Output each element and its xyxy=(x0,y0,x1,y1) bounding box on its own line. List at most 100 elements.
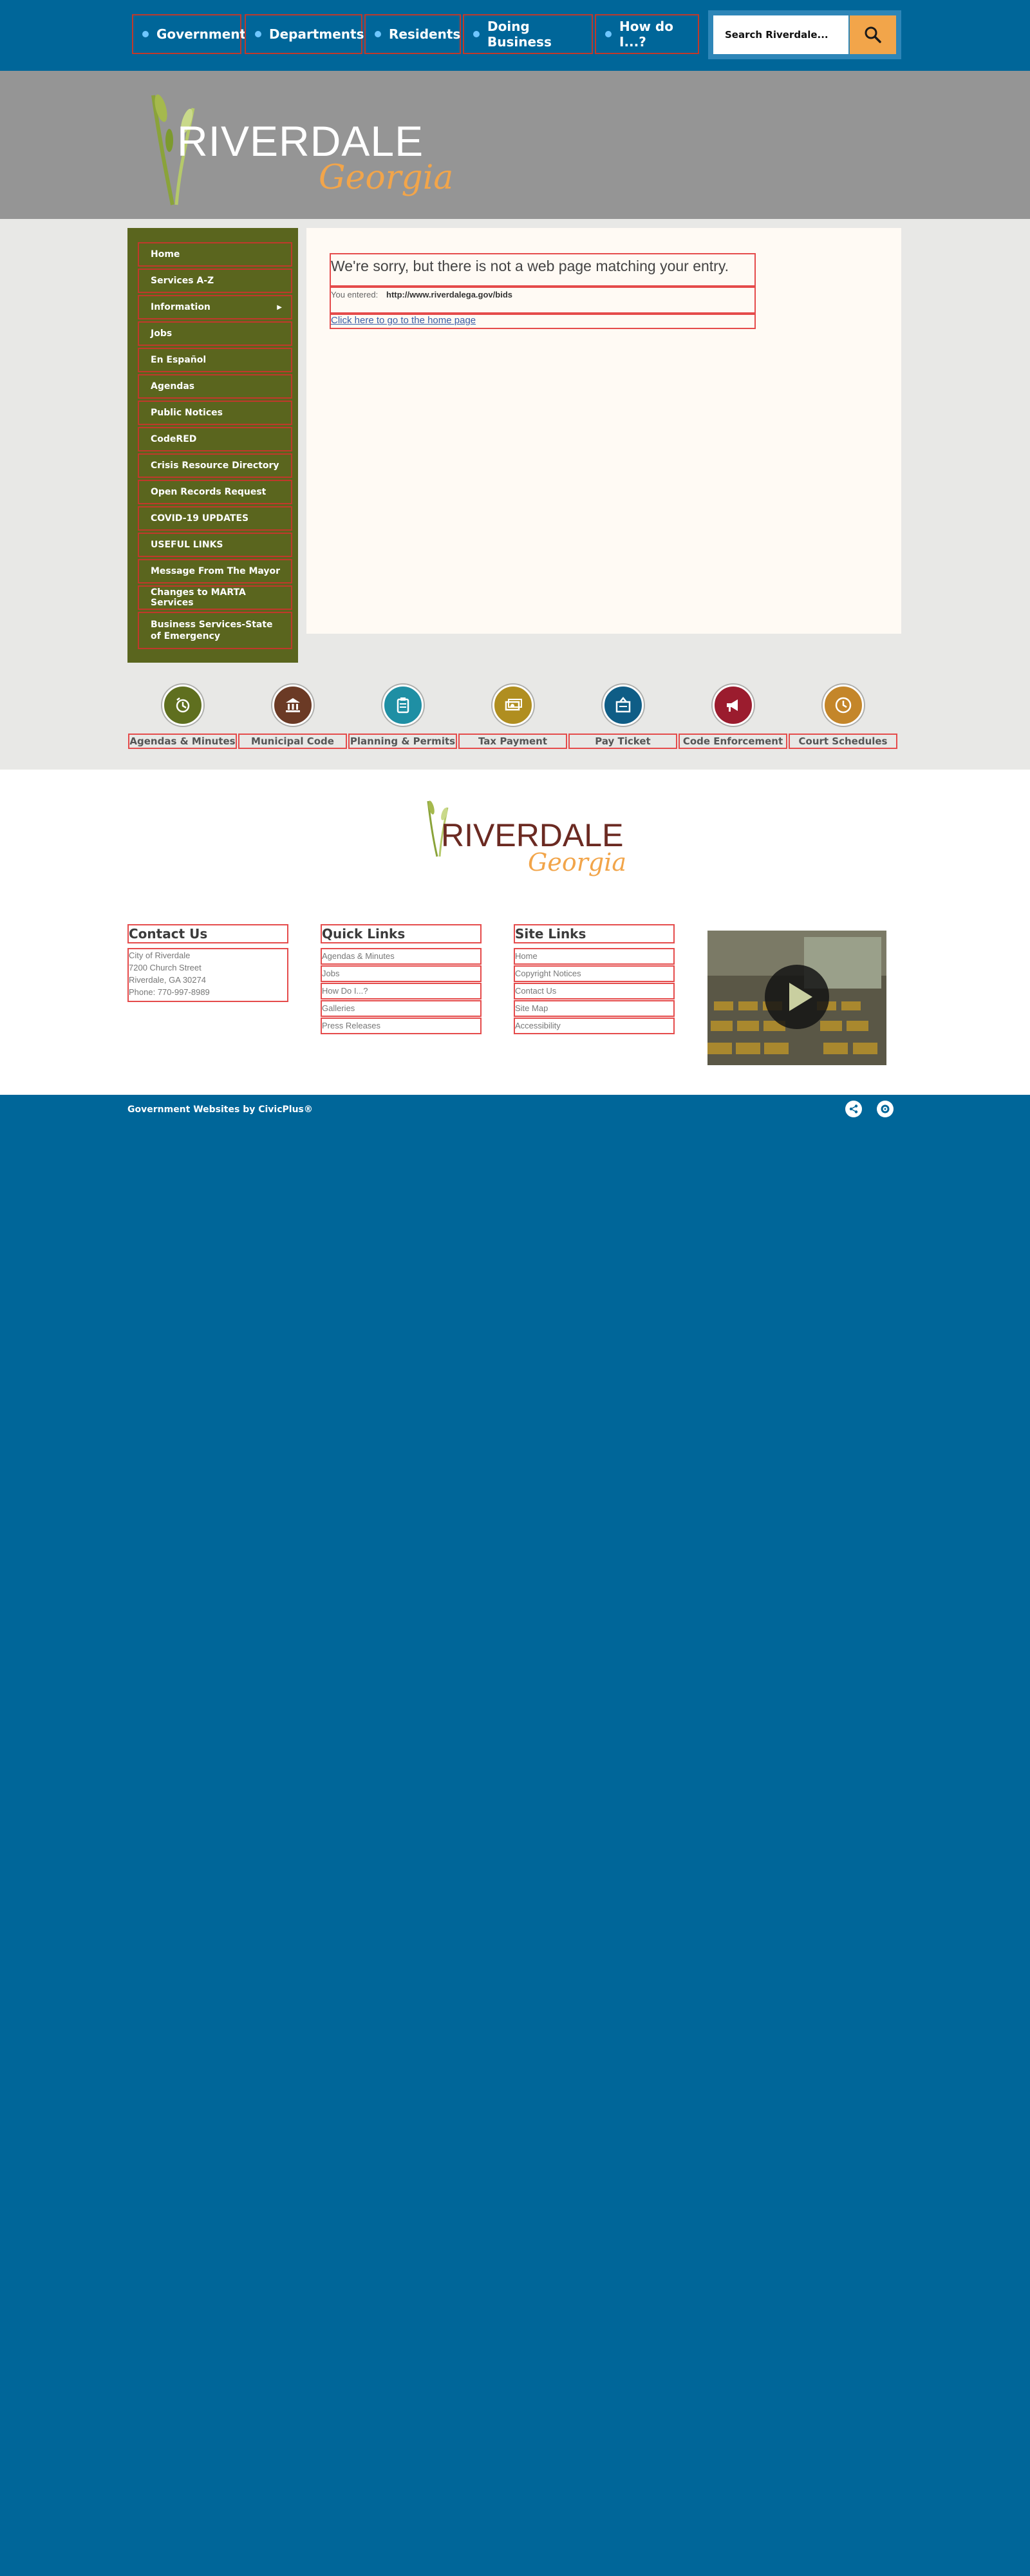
logo-wordmark: RIVERDALE xyxy=(177,117,424,165)
share-icon xyxy=(849,1104,858,1113)
contact-line: City of Riverdale xyxy=(129,951,191,960)
site-logo[interactable]: RIVERDALE Georgia xyxy=(142,77,453,213)
sidebar-item-covid[interactable]: COVID-19 UPDATES xyxy=(138,506,292,531)
municipal-code-circle[interactable] xyxy=(272,685,314,726)
footer-quick-link[interactable]: Galleries xyxy=(321,1000,482,1017)
agendas-icon xyxy=(176,697,190,713)
footer-quick-link[interactable]: Press Releases xyxy=(321,1018,482,1034)
contact-phone: Phone: 770-997-8989 xyxy=(129,987,210,997)
footer-site-link[interactable]: Accessibility xyxy=(514,1018,675,1034)
sidebar-item-label: Information xyxy=(151,302,211,312)
sidebar-item-label: Open Records Request xyxy=(151,487,267,497)
settings-button[interactable] xyxy=(877,1101,894,1117)
quick-link-agendas-minutes[interactable]: Agendas & Minutes xyxy=(128,734,237,749)
submenu-arrow-icon: ▶ xyxy=(277,303,282,311)
sidebar-item-home[interactable]: Home xyxy=(138,242,292,267)
sidebar-item-information[interactable]: Information ▶ xyxy=(138,295,292,319)
search-icon xyxy=(865,26,881,43)
search-field-wrap xyxy=(713,15,848,54)
sidebar-item-business-emergency[interactable]: Business Services-State of Emergency xyxy=(138,612,292,649)
quick-link-municipal-code[interactable]: Municipal Code xyxy=(238,734,347,749)
sidebar-item-label: COVID-19 UPDATES xyxy=(151,513,249,524)
tax-payment-circle[interactable] xyxy=(492,685,534,726)
contact-line: Riverdale, GA 30274 xyxy=(129,975,206,985)
nav-label: Departments xyxy=(269,26,364,42)
share-button[interactable] xyxy=(845,1101,862,1117)
sidebar-item-public-notices[interactable]: Public Notices xyxy=(138,401,292,425)
gear-icon xyxy=(881,1104,890,1113)
play-button[interactable] xyxy=(765,965,829,1029)
search-input[interactable] xyxy=(713,15,847,54)
nav-bullet-icon xyxy=(473,31,480,37)
sidebar-item-label: USEFUL LINKS xyxy=(151,540,223,550)
sidebar-item-jobs[interactable]: Jobs xyxy=(138,321,292,346)
sidebar-item-label: Changes to MARTA Services xyxy=(151,587,246,608)
video-thumbnail[interactable] xyxy=(707,931,886,1065)
search-button[interactable] xyxy=(850,15,896,54)
nav-bullet-icon xyxy=(142,31,149,37)
code-enforcement-circle[interactable] xyxy=(713,685,754,726)
quick-link-code-enforcement[interactable]: Code Enforcement xyxy=(679,734,787,749)
clock-icon xyxy=(835,697,852,714)
footer-logo[interactable]: RIVERDALE Georgia xyxy=(422,792,626,876)
logo-subtitle: Georgia xyxy=(319,158,454,197)
ticket-icon xyxy=(615,697,631,713)
sidebar-item-mayor-message[interactable]: Message From The Mayor xyxy=(138,559,292,583)
error-heading: We're sorry, but there is not a web page… xyxy=(330,253,756,287)
home-page-link[interactable]: Click here to go to the home page xyxy=(330,314,756,329)
footer-quick-link[interactable]: How Do I...? xyxy=(321,983,482,999)
nav-bullet-icon xyxy=(255,31,261,37)
sidebar-item-codered[interactable]: CodeRED xyxy=(138,427,292,451)
sidebar-item-label: Business Services-State of Emergency xyxy=(151,620,273,641)
megaphone-icon xyxy=(727,699,738,712)
nav-residents[interactable]: Residents xyxy=(364,14,461,54)
sidebar-item-label: Public Notices xyxy=(151,408,223,418)
sidebar-item-marta[interactable]: Changes to MARTA Services xyxy=(138,585,292,610)
quick-link-tax-payment[interactable]: Tax Payment xyxy=(458,734,567,749)
nav-bullet-icon xyxy=(375,31,381,37)
sidebar-item-useful-links[interactable]: USEFUL LINKS xyxy=(138,533,292,557)
quick-link-court-schedules[interactable]: Court Schedules xyxy=(789,734,897,749)
entered-label: You entered: xyxy=(331,290,379,299)
sidebar-item-crisis-directory[interactable]: Crisis Resource Directory xyxy=(138,453,292,478)
nav-departments[interactable]: Departments xyxy=(245,14,364,54)
error-heading-text: We're sorry, but there is not a web page… xyxy=(331,258,729,274)
nav-label: How do I...? xyxy=(619,19,673,50)
pay-ticket-circle[interactable] xyxy=(603,685,644,726)
quick-links-heading: Quick Links xyxy=(321,924,482,943)
sidebar-item-label: Jobs xyxy=(151,328,173,339)
nav-how-do-i[interactable]: How do I...? xyxy=(595,14,699,54)
contact-info: City of Riverdale 7200 Church Street Riv… xyxy=(127,948,288,1002)
sidebar-item-en-espanol[interactable]: En Español xyxy=(138,348,292,372)
nav-doing-business[interactable]: Doing Business xyxy=(463,14,593,54)
sidebar-item-services[interactable]: Services A-Z xyxy=(138,269,292,293)
footer-quick-link[interactable]: Jobs xyxy=(321,965,482,982)
courthouse-icon xyxy=(286,698,300,712)
footer-site-link[interactable]: Copyright Notices xyxy=(514,965,675,982)
sidebar-item-label: Home xyxy=(151,249,180,260)
nav-government[interactable]: Government xyxy=(132,14,246,54)
nav-label: Government xyxy=(156,26,247,42)
court-schedules-circle[interactable] xyxy=(823,685,864,726)
sidebar-item-agendas[interactable]: Agendas xyxy=(138,374,292,399)
sidebar-item-label: CodeRED xyxy=(151,434,197,444)
quick-link-planning-permits[interactable]: Planning & Permits xyxy=(348,734,457,749)
nav-label: Residents xyxy=(389,26,461,42)
civicplus-credit-link[interactable]: Government Websites by CivicPlus® xyxy=(127,1104,313,1115)
footer-logo-wordmark: RIVERDALE xyxy=(441,817,624,853)
footer-site-link[interactable]: Home xyxy=(514,948,675,965)
sidebar-item-open-records[interactable]: Open Records Request xyxy=(138,480,292,504)
nav-label: Doing Business xyxy=(487,19,552,50)
sidebar-item-label: Message From The Mayor xyxy=(151,566,281,576)
play-icon xyxy=(789,983,812,1011)
quick-link-pay-ticket[interactable]: Pay Ticket xyxy=(568,734,677,749)
agendas-minutes-circle[interactable] xyxy=(162,685,203,726)
site-links-heading: Site Links xyxy=(514,924,675,943)
sidebar-item-label: Agendas xyxy=(151,381,195,392)
footer-quick-link[interactable]: Agendas & Minutes xyxy=(321,948,482,965)
money-icon xyxy=(505,699,522,711)
footer-site-link[interactable]: Site Map xyxy=(514,1000,675,1017)
planning-permits-circle[interactable] xyxy=(382,685,424,726)
sidebar-item-label: Crisis Resource Directory xyxy=(151,460,279,471)
footer-site-link[interactable]: Contact Us xyxy=(514,983,675,999)
